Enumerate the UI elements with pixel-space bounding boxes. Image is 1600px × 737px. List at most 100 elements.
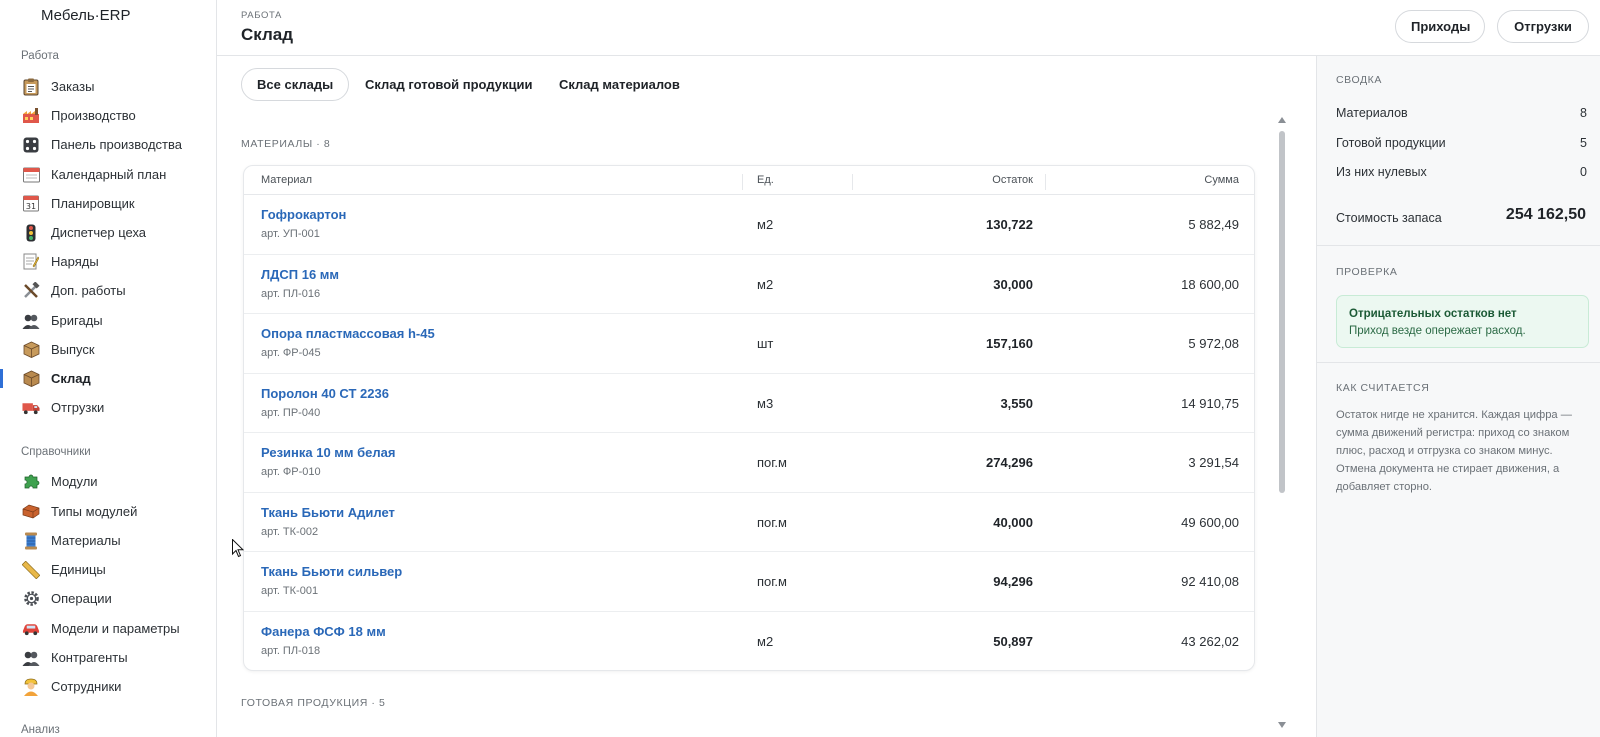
material-unit: пог.м (757, 514, 787, 530)
material-article: арт. ПЛ-016 (261, 287, 321, 300)
page-title: Склад (241, 25, 294, 44)
material-qty: 30,000 (993, 276, 1033, 292)
stock-value-label: Стоимость запаса (1336, 211, 1442, 225)
sidebar-item-extra-works[interactable]: Доп. работы (0, 276, 216, 305)
material-name-link[interactable]: Резинка 10 мм белая (261, 445, 395, 460)
col-qty[interactable]: Остаток (992, 174, 1033, 186)
table-row[interactable]: Опора пластмассовая h-45 арт. ФР-045 шт … (244, 314, 1254, 374)
material-qty: 130,722 (986, 217, 1033, 232)
material-sum: 5 882,49 (1188, 217, 1239, 232)
sidebar-item-shop-dispatcher[interactable]: Диспетчер цеха (0, 218, 216, 247)
tab-materials-warehouse[interactable]: Склад материалов (544, 68, 695, 101)
sidebar-item-counterparties[interactable]: Контрагенты (0, 643, 216, 672)
calendar-icon (22, 166, 40, 184)
memo-icon (22, 253, 40, 271)
sidebar-item-brigades[interactable]: Бригады (0, 306, 216, 335)
sidebar-item-operations[interactable]: Операции (0, 584, 216, 613)
material-name-link[interactable]: Поролон 40 СТ 2236 (261, 386, 389, 401)
scroll-down-arrow-icon[interactable] (1278, 722, 1286, 728)
sidebar-item-production[interactable]: Производство (0, 101, 216, 130)
sidebar: Мебель·ERP Работа Заказы Производство Па… (0, 0, 217, 737)
sidebar-item-calendar-plan[interactable]: Календарный план (0, 160, 216, 189)
sidebar-item-employees[interactable]: Сотрудники (0, 672, 216, 701)
summary-heading: СВОДКА (1336, 74, 1383, 86)
finished-goods-heading: ГОТОВАЯ ПРОДУКЦИЯ · 5 (241, 697, 386, 709)
tab-all-warehouses[interactable]: Все склады (241, 68, 350, 101)
scrollbar-thumb[interactable] (1279, 131, 1285, 493)
material-sum: 14 910,75 (1181, 395, 1239, 411)
table-header: Материал Ед. Остаток Сумма (244, 166, 1254, 195)
sidebar-item-orders[interactable]: Заказы (0, 72, 216, 101)
sidebar-item-shipments[interactable]: Отгрузки (0, 393, 216, 422)
summary-panel: СВОДКА Материалов 8 Готовой продукции 5 … (1316, 56, 1600, 737)
material-name-link[interactable]: Опора пластмассовая h-45 (261, 326, 435, 341)
summary-label: Материалов (1336, 106, 1408, 120)
scroll-up-arrow-icon[interactable] (1278, 117, 1286, 123)
sidebar-item-modules[interactable]: Модули (0, 467, 216, 496)
main-scrollbar[interactable] (1277, 116, 1286, 728)
sidebar-item-materials[interactable]: Материалы (0, 526, 216, 555)
app-brand[interactable]: Мебель·ERP (41, 7, 131, 24)
truck-icon (22, 399, 40, 417)
material-article: арт. ТК-001 (261, 585, 319, 597)
table-row[interactable]: ЛДСП 16 мм арт. ПЛ-016 м2 30,000 18 600,… (244, 255, 1254, 314)
sidebar-item-label: Операции (51, 591, 112, 606)
col-material[interactable]: Материал (261, 174, 312, 186)
people-icon (22, 312, 40, 330)
shipments-button[interactable]: Отгрузки (1497, 10, 1589, 43)
material-sum: 3 291,54 (1188, 455, 1239, 470)
gear-icon (22, 590, 40, 608)
breadcrumb[interactable]: РАБОТА (241, 10, 282, 21)
page-header: РАБОТА Склад Приходы Отгрузки (217, 0, 1600, 56)
material-qty: 94,296 (993, 574, 1033, 589)
material-name-link[interactable]: Гофрокартон (261, 207, 346, 222)
car-icon (22, 620, 40, 638)
material-qty: 50,897 (993, 633, 1033, 649)
summary-value: 0 (1580, 165, 1587, 179)
sidebar-item-label: Доп. работы (51, 283, 126, 298)
summary-label: Из них нулевых (1336, 165, 1427, 179)
sidebar-item-module-types[interactable]: Типы модулей (0, 497, 216, 526)
sidebar-item-models-params[interactable]: Модели и параметры (0, 614, 216, 643)
col-sum[interactable]: Сумма (1204, 174, 1239, 186)
table-row[interactable]: Ткань Бьюти сильвер арт. ТК-001 пог.м 94… (244, 552, 1254, 612)
column-divider[interactable] (1045, 174, 1046, 190)
table-row[interactable]: Ткань Бьюти Адилет арт. ТК-002 пог.м 40,… (244, 493, 1254, 552)
table-row[interactable]: Гофрокартон арт. УП-001 м2 130,722 5 882… (244, 195, 1254, 255)
material-name-link[interactable]: ЛДСП 16 мм (261, 267, 339, 282)
sidebar-item-scheduler[interactable]: 31 Планировщик (0, 189, 216, 218)
sidebar-item-units[interactable]: Единицы (0, 555, 216, 584)
sidebar-item-work-orders[interactable]: Наряды (0, 247, 216, 276)
material-sum: 18 600,00 (1181, 276, 1239, 292)
material-sum: 5 972,08 (1188, 336, 1239, 351)
material-name-link[interactable]: Фанера ФСФ 18 мм (261, 624, 386, 639)
column-divider[interactable] (852, 174, 853, 190)
incoming-button[interactable]: Приходы (1395, 10, 1485, 43)
material-unit: м2 (757, 633, 774, 649)
sidebar-item-production-panel[interactable]: Панель производства (0, 130, 216, 159)
column-divider[interactable] (742, 174, 743, 190)
table-row[interactable]: Фанера ФСФ 18 мм арт. ПЛ-018 м2 50,897 4… (244, 612, 1254, 671)
sidebar-section-analysis: Анализ (21, 724, 60, 736)
material-unit: м2 (757, 276, 774, 292)
sidebar-item-output[interactable]: Выпуск (0, 335, 216, 364)
sidebar-item-warehouse[interactable]: Склад (0, 364, 216, 393)
table-row[interactable]: Резинка 10 мм белая арт. ФР-010 пог.м 27… (244, 433, 1254, 493)
warehouse-box-icon (22, 370, 40, 388)
package-icon (22, 341, 40, 359)
material-article: арт. ФР-010 (261, 466, 321, 478)
summary-value: 8 (1580, 106, 1587, 120)
sidebar-item-label: Отгрузки (51, 400, 105, 415)
calendar-31-icon: 31 (22, 195, 40, 213)
material-name-link[interactable]: Ткань Бьюти Адилет (261, 505, 395, 520)
sidebar-item-label: Заказы (51, 79, 95, 94)
check-status-title: Отрицательных остатков нет (1349, 308, 1517, 320)
worker-icon (22, 678, 40, 696)
table-row[interactable]: Поролон 40 СТ 2236 арт. ПР-040 м3 3,550 … (244, 374, 1254, 433)
sidebar-item-label: Диспетчер цеха (51, 225, 147, 240)
material-name-link[interactable]: Ткань Бьюти сильвер (261, 564, 402, 579)
tab-finished-goods-warehouse[interactable]: Склад готовой продукции (350, 68, 547, 101)
thread-icon (22, 532, 40, 550)
sidebar-section-references: Справочники (21, 446, 91, 458)
col-unit[interactable]: Ед. (757, 174, 774, 186)
